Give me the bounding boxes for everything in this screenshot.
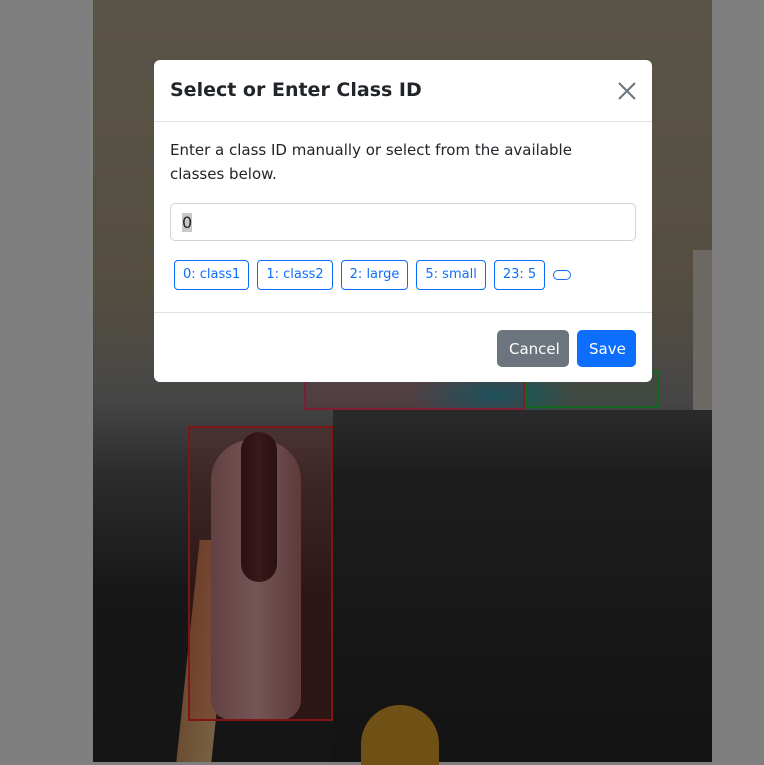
class-option-button[interactable]: 5: small — [416, 260, 486, 290]
modal-instructions: Enter a class ID manually or select from… — [170, 141, 572, 183]
cancel-button[interactable]: Cancel — [497, 330, 569, 367]
class-option-button[interactable]: 1: class2 — [257, 260, 333, 290]
class-options: 0: class1 1: class2 2: large 5: small 23… — [174, 260, 572, 290]
modal-footer: Cancel Save — [154, 312, 652, 382]
class-option-button-empty[interactable] — [553, 270, 572, 280]
modal-body: Enter a class ID manually or select from… — [154, 122, 652, 312]
save-button[interactable]: Save — [577, 330, 636, 367]
close-button[interactable] — [614, 78, 640, 104]
class-option-button[interactable]: 0: class1 — [174, 260, 250, 290]
class-id-input[interactable] — [170, 203, 636, 241]
close-icon — [618, 82, 636, 100]
modal-title: Select or Enter Class ID — [170, 79, 422, 101]
class-option-button[interactable]: 2: large — [340, 260, 409, 290]
modal-header: Select or Enter Class ID — [154, 60, 652, 122]
annotation-workspace: Select or Enter Class ID Enter a class I… — [0, 0, 764, 765]
class-option-button[interactable]: 23: 5 — [493, 260, 546, 290]
class-select-modal: Select or Enter Class ID Enter a class I… — [154, 60, 652, 382]
